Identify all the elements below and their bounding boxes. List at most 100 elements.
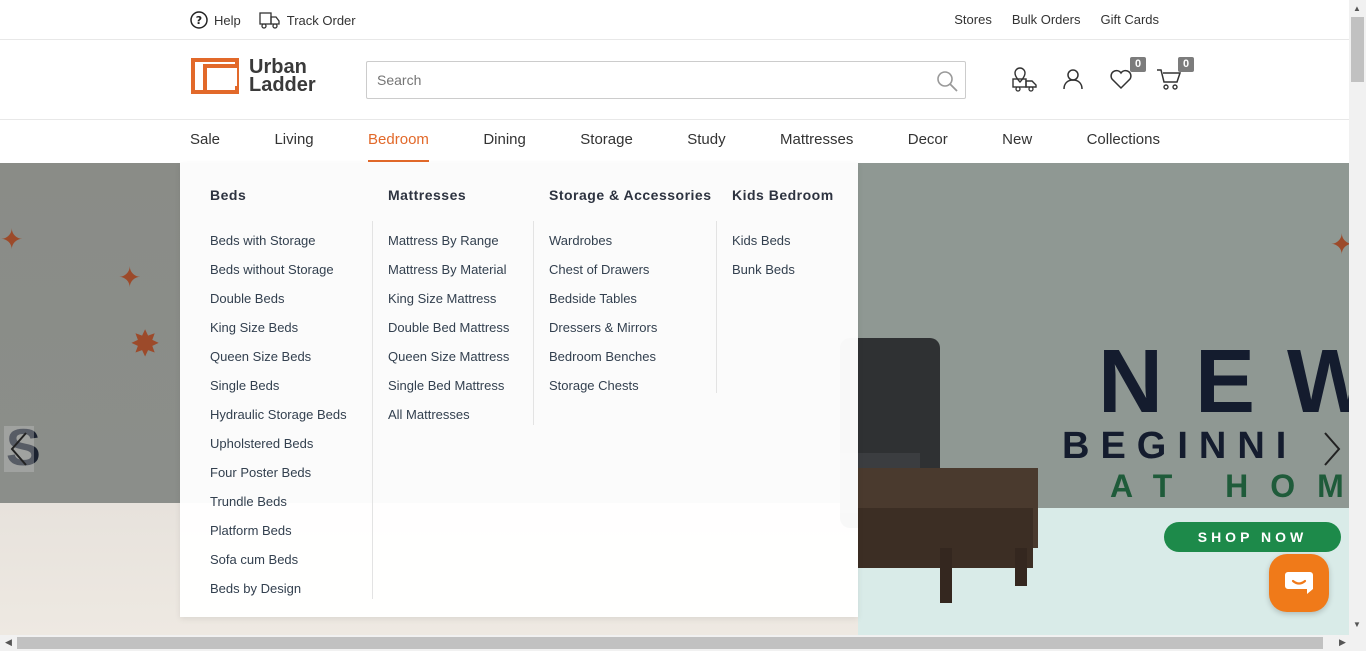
menu-heading-beds[interactable]: Beds	[210, 187, 347, 233]
menu-item[interactable]: Single Beds	[210, 378, 347, 407]
chevron-left-icon	[10, 432, 27, 466]
store-locator-button[interactable]	[1010, 64, 1040, 94]
menu-item[interactable]: Chest of Drawers	[549, 262, 712, 291]
menu-heading-mattresses[interactable]: Mattresses	[388, 187, 509, 233]
track-order-label: Track Order	[286, 12, 356, 28]
bedroom-mega-menu: Beds Beds with Storage Beds without Stor…	[180, 163, 858, 617]
gift-cards-link[interactable]: Gift Cards	[1100, 12, 1159, 27]
menu-item[interactable]: Hydraulic Storage Beds	[210, 407, 347, 436]
menu-item[interactable]: Wardrobes	[549, 233, 712, 262]
menu-item[interactable]: Beds by Design	[210, 581, 347, 610]
menu-item[interactable]: Platform Beds	[210, 523, 347, 552]
top-bar: ? Help Track Order Stores Bulk Orders Gi…	[0, 0, 1349, 40]
chat-button[interactable]	[1269, 554, 1329, 612]
help-icon: ?	[190, 11, 208, 29]
help-label: Help	[214, 12, 241, 28]
shop-now-button[interactable]: SHOP NOW	[1164, 522, 1341, 552]
menu-column-mattresses: Mattresses Mattress By Range Mattress By…	[388, 187, 509, 436]
vertical-scroll-thumb[interactable]	[1351, 17, 1364, 82]
menu-item[interactable]: Single Bed Mattress	[388, 378, 509, 407]
menu-heading-storage[interactable]: Storage & Accessories	[549, 187, 712, 233]
wishlist-count-badge: 0	[1130, 57, 1146, 72]
menu-item[interactable]: Bedside Tables	[549, 291, 712, 320]
menu-item[interactable]: Double Bed Mattress	[388, 320, 509, 349]
chevron-right-icon	[1324, 432, 1341, 466]
maple-leaf-icon: ✦	[0, 224, 24, 255]
menu-column-kids: Kids Bedroom Kids Beds Bunk Beds	[732, 187, 834, 291]
nav-item-bedroom[interactable]: Bedroom	[368, 120, 429, 162]
cart-button[interactable]: 0	[1154, 57, 1194, 94]
hero-headline: NEW	[1098, 332, 1349, 432]
menu-item[interactable]: Storage Chests	[549, 378, 712, 407]
maple-leaf-icon: ✦	[118, 262, 142, 293]
scroll-right-arrow-icon[interactable]: ▶	[1339, 637, 1346, 648]
menu-item[interactable]: Four Poster Beds	[210, 465, 347, 494]
chat-bubble-icon	[1285, 572, 1313, 594]
nav-item-living[interactable]: Living	[274, 120, 313, 162]
vertical-scrollbar[interactable]: ▲ ▼	[1349, 0, 1366, 635]
store-truck-icon	[1012, 67, 1037, 92]
nav-item-sale[interactable]: Sale	[190, 120, 220, 162]
carousel-prev-button[interactable]	[4, 426, 34, 472]
column-divider	[372, 221, 373, 599]
account-button[interactable]	[1058, 64, 1088, 94]
table-leg	[940, 548, 952, 603]
menu-column-storage: Storage & Accessories Wardrobes Chest of…	[549, 187, 712, 407]
main-nav: Sale Living Bedroom Dining Storage Study…	[0, 120, 1349, 163]
maple-leaf-icon: ✸	[130, 323, 161, 364]
menu-item[interactable]: King Size Mattress	[388, 291, 509, 320]
menu-item[interactable]: All Mattresses	[388, 407, 509, 436]
menu-item[interactable]: Upholstered Beds	[210, 436, 347, 465]
menu-column-beds: Beds Beds with Storage Beds without Stor…	[210, 187, 347, 610]
heart-icon	[1110, 69, 1132, 90]
menu-item[interactable]: King Size Beds	[210, 320, 347, 349]
menu-item[interactable]: Bedroom Benches	[549, 349, 712, 378]
column-divider	[533, 221, 534, 425]
maple-leaf-icon: ✦	[1330, 229, 1349, 260]
scroll-down-arrow-icon[interactable]: ▼	[1353, 620, 1361, 629]
bulk-orders-link[interactable]: Bulk Orders	[1012, 12, 1081, 27]
menu-item[interactable]: Bunk Beds	[732, 262, 834, 291]
menu-item[interactable]: Kids Beds	[732, 233, 834, 262]
search-box	[366, 61, 966, 99]
carousel-next-button[interactable]	[1317, 426, 1347, 472]
nav-item-new[interactable]: New	[1002, 120, 1032, 162]
track-order-link[interactable]: Track Order	[259, 10, 356, 30]
hero-subline: BEGINNI	[1062, 425, 1298, 467]
menu-item[interactable]: Beds with Storage	[210, 233, 347, 262]
help-link[interactable]: ? Help	[190, 10, 241, 30]
menu-item[interactable]: Mattress By Material	[388, 262, 509, 291]
menu-item[interactable]: Beds without Storage	[210, 262, 347, 291]
menu-item[interactable]: Queen Size Beds	[210, 349, 347, 378]
nav-item-storage[interactable]: Storage	[580, 120, 633, 162]
search-icon[interactable]	[935, 69, 959, 98]
menu-item[interactable]: Queen Size Mattress	[388, 349, 509, 378]
delivery-truck-icon	[259, 12, 280, 29]
logo-text: Urban Ladder	[249, 57, 316, 95]
horizontal-scroll-thumb[interactable]	[17, 637, 1323, 649]
logo[interactable]: Urban Ladder	[191, 57, 316, 95]
nav-item-dining[interactable]: Dining	[483, 120, 526, 162]
user-icon	[1063, 69, 1083, 90]
nav-item-mattresses[interactable]: Mattresses	[780, 120, 853, 162]
scroll-left-arrow-icon[interactable]: ◀	[5, 637, 12, 648]
logo-mark-icon	[191, 58, 239, 94]
menu-item[interactable]: Double Beds	[210, 291, 347, 320]
horizontal-scrollbar[interactable]: ◀ ▶	[0, 635, 1366, 651]
menu-heading-kids[interactable]: Kids Bedroom	[732, 187, 834, 233]
stores-link[interactable]: Stores	[954, 12, 992, 27]
wishlist-button[interactable]: 0	[1106, 57, 1146, 94]
search-input[interactable]	[367, 62, 927, 98]
menu-item[interactable]: Sofa cum Beds	[210, 552, 347, 581]
column-divider	[716, 221, 717, 393]
nav-item-decor[interactable]: Decor	[908, 120, 948, 162]
header: Urban Ladder Search 0 0	[0, 40, 1349, 120]
scroll-up-arrow-icon[interactable]: ▲	[1353, 4, 1361, 13]
nav-item-study[interactable]: Study	[687, 120, 725, 162]
menu-item[interactable]: Trundle Beds	[210, 494, 347, 523]
menu-item[interactable]: Dressers & Mirrors	[549, 320, 712, 349]
table-leg	[1015, 548, 1027, 586]
hero-tagline: AT HOM	[1110, 468, 1349, 504]
nav-item-collections[interactable]: Collections	[1087, 120, 1160, 162]
menu-item[interactable]: Mattress By Range	[388, 233, 509, 262]
